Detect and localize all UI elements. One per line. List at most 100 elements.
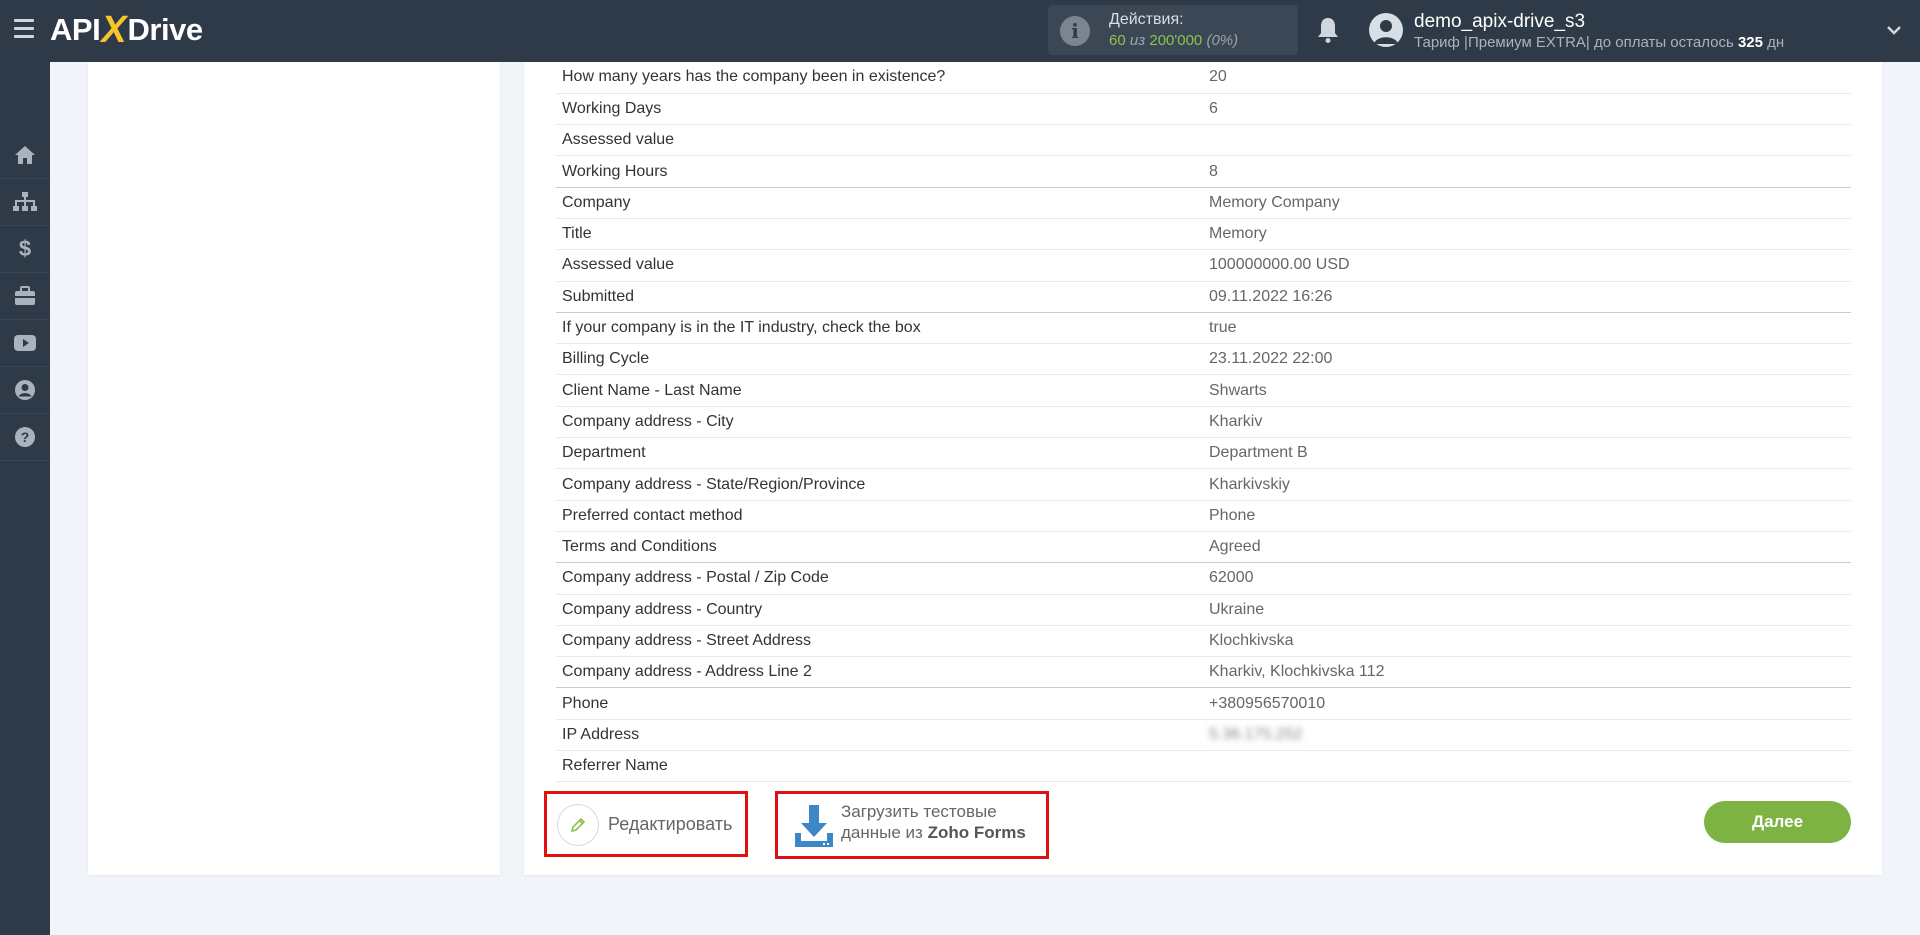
table-row: Company address - Country Ukraine <box>556 594 1851 626</box>
table-row: Billing Cycle 23.11.2022 22:00 <box>556 344 1851 375</box>
field-name: Phone <box>562 694 609 712</box>
field-value: Ukraine <box>1209 600 1265 618</box>
field-value: +380956570010 <box>1209 694 1326 712</box>
field-name: Assessed value <box>562 256 675 274</box>
user-avatar[interactable] <box>1369 13 1403 47</box>
table-row: IP Address 5.36.175.252 <box>556 719 1851 751</box>
briefcase-icon <box>15 286 35 305</box>
sidebar-item-help[interactable]: ? <box>0 414 50 461</box>
table-row: Company address - Street Address Klochkiv… <box>556 625 1851 657</box>
field-name: Terms and Conditions <box>562 538 717 556</box>
field-name: Working Hours <box>562 162 668 180</box>
field-value: Agreed <box>1209 538 1261 556</box>
left-panel <box>88 62 500 875</box>
next-button[interactable]: Далее <box>1704 801 1851 843</box>
table-row: Phone +380956570010 <box>556 688 1851 720</box>
youtube-icon <box>14 335 36 351</box>
field-value: Department B <box>1209 444 1308 462</box>
top-bar: API X Drive i Действия: 60 из 200'000 (0%)… <box>0 0 1920 62</box>
edit-button-label: Редактировать <box>608 814 733 834</box>
hamburger-menu-icon[interactable] <box>14 19 34 41</box>
field-value: 8 <box>1209 162 1218 180</box>
home-icon <box>15 146 35 164</box>
field-name: Department <box>562 444 646 462</box>
table-row: Assessed value <box>556 125 1851 156</box>
field-name: If your company is in the IT industry, c… <box>562 319 921 337</box>
table-row: Assessed value 100000000.00 USD <box>556 250 1851 282</box>
field-value: Kharkivskiy <box>1209 475 1290 493</box>
field-name: Billing Cycle <box>562 350 650 368</box>
table-row: If your company is in the IT industry, c… <box>556 312 1851 344</box>
field-name: Company address - Address Line 2 <box>562 663 812 681</box>
field-value <box>1203 751 1851 782</box>
edit-circle <box>557 804 599 846</box>
field-name: Working Days <box>562 99 662 117</box>
field-value: 5.36.175.252 <box>1203 719 1851 750</box>
table-row: Company address - Postal / Zip Code 62000 <box>556 563 1851 595</box>
table-row: Working Hours 8 <box>556 156 1851 188</box>
sidebar-item-services[interactable] <box>0 273 50 320</box>
load-test-data-button[interactable]: Загрузить тестовые данные из Zoho Forms <box>775 791 1049 859</box>
field-name: Company address - State/Region/Province <box>562 475 866 493</box>
test-data-table: How many years has the company been in e… <box>556 62 1851 782</box>
field-value: Kharkiv, Klochkivska 112 <box>1209 663 1385 681</box>
table-row: How many years has the company been in e… <box>556 62 1851 94</box>
sitemap-icon <box>13 192 37 211</box>
field-value: Phone <box>1209 506 1256 524</box>
field-name: Company <box>562 193 631 211</box>
field-name: How many years has the company been in e… <box>562 68 946 86</box>
sidebar-item-account[interactable] <box>0 367 50 414</box>
table-row: Working Days 6 <box>556 93 1851 125</box>
table-row: Company address - City Kharkiv <box>556 406 1851 438</box>
table-row: Preferred contact method Phone <box>556 500 1851 532</box>
field-value: 20 <box>1209 68 1227 86</box>
field-name: Client Name - Last Name <box>562 381 742 399</box>
field-value: Shwarts <box>1209 381 1267 399</box>
table-row: Company address - Address Line 2 Kharkiv,… <box>556 657 1851 688</box>
table-row: Referrer Name <box>556 751 1851 782</box>
actions-count: 60 из 200'000 (0%) <box>1109 32 1239 49</box>
table-row: Department Department B <box>556 438 1851 469</box>
table-row: Submitted 09.11.2022 16:26 <box>556 281 1851 313</box>
sidebar-item-billing[interactable]: $ <box>0 226 50 273</box>
dollar-icon: $ <box>18 236 32 261</box>
field-name: IP Address <box>562 725 640 743</box>
load-button-line2: данные из Zoho Forms <box>841 823 1026 842</box>
main-panel: How many years has the company been in e… <box>524 62 1882 875</box>
actions-counter[interactable]: i Действия: 60 из 200'000 (0%) <box>1048 5 1298 55</box>
user-name[interactable]: demo_apix-drive_s3 <box>1414 11 1585 33</box>
table-row: Company Memory Company <box>556 187 1851 219</box>
svg-text:?: ? <box>21 429 30 445</box>
field-value: Kharkiv <box>1209 412 1263 430</box>
field-value: Klochkivska <box>1209 631 1294 649</box>
chevron-down-icon[interactable] <box>1886 22 1902 38</box>
field-name: Company address - City <box>562 412 734 430</box>
table-row: Company address - State/Region/Province K… <box>556 469 1851 501</box>
field-value: 09.11.2022 16:26 <box>1209 287 1333 305</box>
edit-button[interactable]: Редактировать <box>544 791 748 857</box>
field-value: 6 <box>1209 99 1218 117</box>
sidebar: $ ? <box>0 62 50 935</box>
table-row: Terms and Conditions Agreed <box>556 531 1851 563</box>
field-name: Company address - Street Address <box>562 631 812 649</box>
field-name: Referrer Name <box>562 757 668 775</box>
field-value: Memory <box>1209 225 1267 243</box>
help-icon: ? <box>15 427 35 447</box>
plan-info: Тариф |Премиум EXTRA| до оплаты осталось… <box>1414 34 1785 51</box>
sidebar-item-connections[interactable] <box>0 179 50 226</box>
field-name: Company address - Postal / Zip Code <box>562 569 829 587</box>
sidebar-item-home[interactable] <box>0 132 50 179</box>
field-name: Company address - Country <box>562 600 763 618</box>
table-row: Title Memory <box>556 218 1851 250</box>
field-value: 62000 <box>1209 569 1254 587</box>
field-name: Title <box>562 225 592 243</box>
apixdrive-logo[interactable]: API X Drive <box>50 9 203 51</box>
bell-icon[interactable] <box>1316 16 1340 44</box>
field-value: true <box>1209 319 1237 337</box>
sidebar-item-video[interactable] <box>0 320 50 367</box>
blurred-ip-value: 5.36.175.252 <box>1209 725 1303 743</box>
pencil-icon <box>570 817 586 833</box>
field-value <box>1203 125 1851 156</box>
field-name: Assessed value <box>562 131 675 149</box>
actions-label: Действия: <box>1109 11 1184 28</box>
